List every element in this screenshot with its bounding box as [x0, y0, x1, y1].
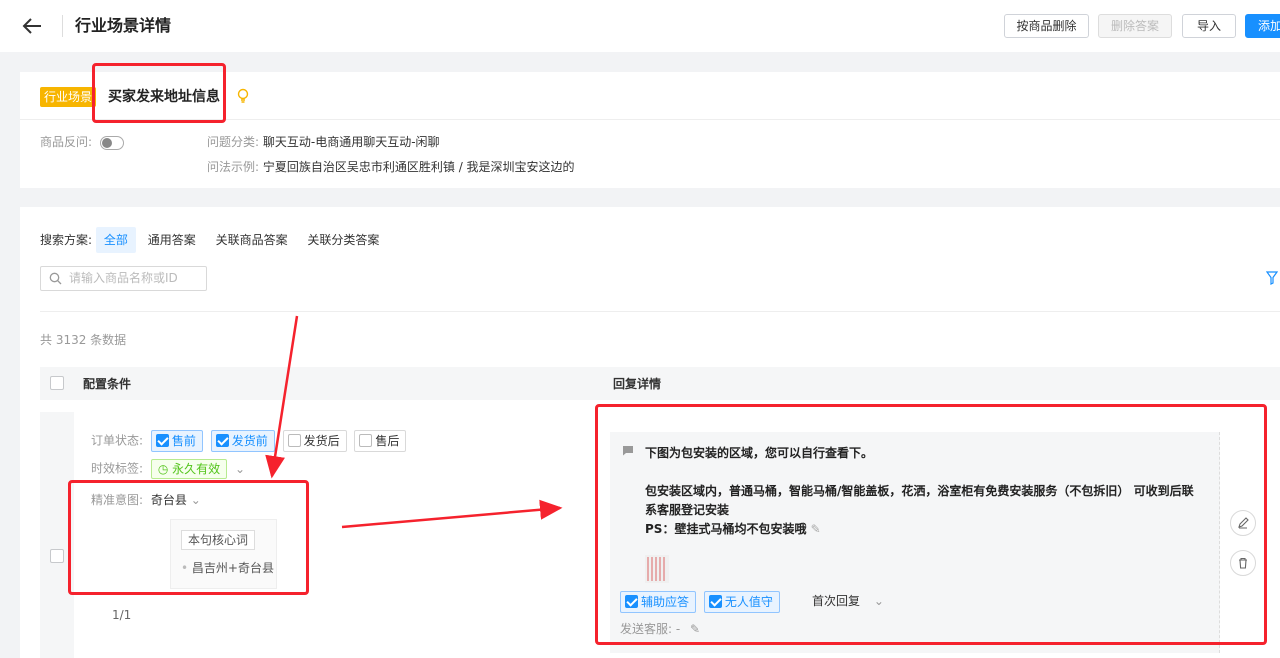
keyword-item-text: 昌吉州+奇台县 [191, 561, 274, 575]
top-bar: 行业场景详情 按商品删除 删除答案 导入 添加 [0, 0, 1280, 52]
bullet-icon: • [181, 561, 192, 575]
scene-info-card: 行业场景 买家发来地址信息 商品反问: 问题分类: 聊天互动-电商通用聊天互动-… [20, 72, 1280, 188]
order-status-aftersale-label: 售后 [375, 434, 400, 448]
tab-category-answer[interactable]: 关联分类答案 [299, 227, 387, 253]
intent-value[interactable]: 奇台县 [151, 493, 187, 507]
import-button[interactable]: 导入 [1182, 14, 1236, 38]
divider [20, 119, 1280, 120]
checkbox-icon [708, 594, 722, 608]
example-row: 问法示例: 宁夏回族自治区吴忠市利通区胜利镇 / 我是深圳宝安这边的 [207, 159, 575, 175]
order-status-row: 订单状态: 售前 发货前 发货后 售后 [91, 430, 410, 452]
send-cs-text: 发送客服: - [620, 622, 681, 636]
example-value: 宁夏回族自治区吴忠市利通区胜利镇 / 我是深圳宝安这边的 [262, 160, 575, 174]
reply-detail: 下图为包安装的区域，您可以自行查看下。 包安装区域内，普通马桶，智能马桶/智能盖… [610, 432, 1220, 653]
reply-line-3-text: PS：壁挂式马桶均不包安装哦 [645, 522, 807, 536]
message-icon [623, 446, 633, 456]
send-cs-row: 发送客服: - ✎ [620, 621, 700, 637]
order-status-presale[interactable]: 售前 [150, 430, 203, 452]
search-plan-label: 搜索方案: [40, 233, 93, 247]
order-status-before-ship-label: 发货前 [231, 434, 268, 448]
validity-label: 时效标签: [91, 461, 144, 476]
page-title: 行业场景详情 [62, 15, 171, 37]
trash-icon [1239, 557, 1247, 569]
assist-answer-label: 辅助应答 [641, 594, 690, 609]
validity-tag[interactable]: ◷ 永久有效 [150, 459, 228, 479]
row-select-strip [40, 412, 74, 658]
column-condition: 配置条件 [83, 377, 132, 391]
intent-label: 精准意图: [91, 493, 144, 507]
first-reply-select[interactable]: 首次回复 ⌄ [812, 590, 884, 612]
order-status-presale-label: 售前 [171, 434, 196, 448]
filter-icon[interactable] [1266, 271, 1278, 285]
row-checkbox[interactable] [50, 549, 64, 563]
back-arrow-icon[interactable] [20, 14, 44, 38]
search-icon [49, 272, 62, 285]
reply-tags: 辅助应答 无人值守 [620, 590, 784, 613]
delete-answer-button[interactable]: 删除答案 [1098, 14, 1172, 38]
edit-button[interactable] [1230, 510, 1256, 536]
example-label: 问法示例: [207, 160, 260, 174]
tab-general-answer[interactable]: 通用答案 [140, 227, 204, 253]
keyword-panel: 本句核心词 • 昌吉州+奇台县 [170, 519, 277, 589]
chevron-down-icon[interactable]: ⌄ [235, 462, 245, 476]
delete-by-goods-button[interactable]: 按商品删除 [1004, 14, 1089, 38]
select-all-checkbox[interactable] [50, 376, 64, 390]
order-status-label: 订单状态: [91, 433, 144, 448]
keyword-item: • 昌吉州+奇台县 [181, 560, 274, 576]
category-value: 聊天互动-电商通用聊天互动-闲聊 [262, 135, 440, 149]
table-header: 配置条件 回复详情 [40, 367, 1280, 400]
pencil-icon [1238, 517, 1249, 529]
tab-all[interactable]: 全部 [95, 227, 136, 253]
image-thumbnail[interactable] [645, 555, 669, 583]
goods-reverse-label: 商品反问: [40, 135, 93, 149]
intent-row: 精准意图: 奇台县 ⌄ [91, 491, 201, 509]
order-status-after-ship[interactable]: 发货后 [282, 430, 347, 452]
column-divider [1219, 432, 1220, 653]
chevron-down-icon[interactable]: ⌄ [191, 493, 201, 507]
checkbox-icon [287, 434, 301, 447]
reply-line-3: PS：壁挂式马桶均不包安装哦 ✎ [645, 520, 1205, 539]
scene-type-tag: 行业场景 [40, 87, 97, 107]
order-status-before-ship[interactable]: 发货前 [210, 430, 275, 452]
edit-icon[interactable]: ✎ [690, 622, 700, 636]
goods-reverse-toggle[interactable] [99, 135, 124, 150]
chevron-down-icon: ⌄ [873, 594, 884, 608]
checkbox-icon [359, 434, 373, 447]
column-reply: 回复详情 [613, 377, 662, 391]
unattended-tag[interactable]: 无人值守 [703, 590, 780, 613]
reply-line-1: 下图为包安装的区域，您可以自行查看下。 [645, 446, 874, 460]
category-label: 问题分类: [207, 135, 260, 149]
reply-text: 下图为包安装的区域，您可以自行查看下。 包安装区域内，普通马桶，智能马桶/智能盖… [645, 444, 1205, 539]
edit-icon[interactable]: ✎ [811, 522, 821, 536]
lightbulb-icon[interactable] [236, 88, 250, 104]
reply-line-2: 包安装区域内，普通马桶，智能马桶/智能盖板，花洒，浴室柜有免费安装服务（不包拆旧… [645, 484, 1194, 517]
divider [40, 311, 1280, 312]
goods-reverse-row: 商品反问: [40, 134, 124, 150]
validity-row: 时效标签: ◷ 永久有效 ⌄ [91, 459, 245, 479]
assist-answer-tag[interactable]: 辅助应答 [620, 590, 697, 613]
search-plan: 搜索方案: 全部 通用答案 关联商品答案 关联分类答案 [40, 227, 387, 253]
checkbox-icon [155, 434, 169, 447]
first-reply-label: 首次回复 [812, 594, 861, 608]
order-status-after-ship-label: 发货后 [303, 434, 340, 448]
delete-button[interactable] [1230, 550, 1256, 576]
order-status-aftersale[interactable]: 售后 [354, 430, 407, 452]
pager: 1/1 [112, 608, 132, 622]
scene-name: 买家发来地址信息 [108, 89, 220, 105]
validity-value: 永久有效 [172, 462, 221, 476]
unattended-label: 无人值守 [724, 594, 773, 609]
category-row: 问题分类: 聊天互动-电商通用聊天互动-闲聊 [207, 134, 440, 150]
checkbox-icon [215, 434, 229, 447]
search-input[interactable]: 请输入商品名称或ID [40, 266, 207, 291]
add-button[interactable]: 添加 [1245, 14, 1280, 38]
clock-icon: ◷ [157, 462, 173, 476]
total-count: 共 3132 条数据 [40, 333, 127, 347]
tab-goods-answer[interactable]: 关联商品答案 [208, 227, 296, 253]
checkbox-icon [625, 594, 638, 608]
keyword-title: 本句核心词 [181, 530, 256, 550]
